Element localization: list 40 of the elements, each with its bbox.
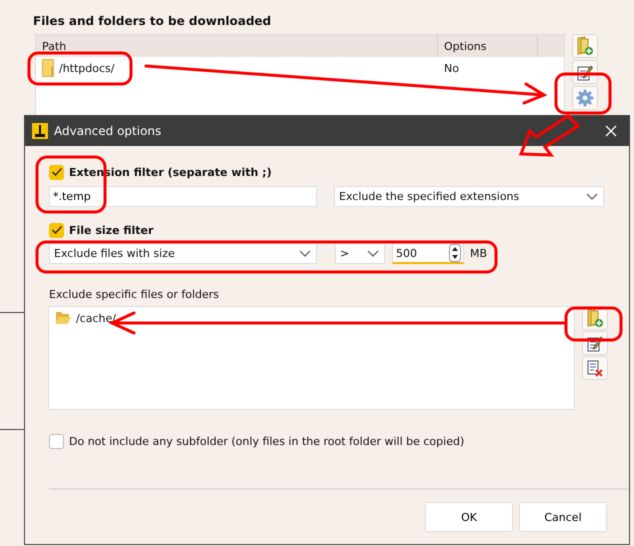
ok-button[interactable]: OK xyxy=(425,502,513,532)
table-cell-text: No xyxy=(443,60,460,76)
delete-button[interactable] xyxy=(582,356,608,380)
column-header[interactable]: Options xyxy=(438,35,538,57)
caret-icon xyxy=(299,250,311,257)
table-cell: /httpdocs/ xyxy=(59,62,114,74)
caret-icon xyxy=(367,250,379,257)
dropdown[interactable]: Exclude the specified extensions xyxy=(334,186,604,207)
column-header[interactable]: Path xyxy=(36,35,438,57)
checkbox[interactable] xyxy=(49,164,64,180)
add-folder-button[interactable] xyxy=(572,34,598,58)
checkbox[interactable] xyxy=(49,222,64,238)
window-title: Advanced options xyxy=(54,124,162,138)
dropdown[interactable]: > xyxy=(335,243,385,264)
checkbox-label: File size filter xyxy=(69,224,154,236)
cancel-button[interactable]: Cancel xyxy=(519,502,607,532)
checkbox[interactable] xyxy=(49,434,64,448)
annotation-box xyxy=(554,72,612,114)
checkbox-label: Do not include any subfolder (only files in the root folder will be copied) xyxy=(69,434,464,448)
annotation-arrow xyxy=(518,114,580,157)
folder-icon xyxy=(42,59,54,77)
open-folder-icon xyxy=(55,311,72,325)
list-item[interactable]: /cache/ xyxy=(76,312,116,324)
spinner-icon xyxy=(449,244,461,262)
edit-icon xyxy=(587,334,603,352)
delete-icon xyxy=(587,360,603,376)
dropdown[interactable]: Exclude files with size xyxy=(49,243,317,264)
number-field[interactable]: 500 xyxy=(392,243,464,264)
unit-label: MB xyxy=(470,247,488,260)
section-label: Exclude specific files or folders xyxy=(49,288,220,303)
settings-icon xyxy=(576,89,594,107)
folder-add-icon xyxy=(576,36,594,56)
caret-icon xyxy=(586,193,598,200)
input-field[interactable]: *.temp xyxy=(49,186,317,207)
folder-add-icon xyxy=(586,308,604,328)
app-logo-icon xyxy=(32,123,48,139)
edit-icon xyxy=(577,64,593,80)
annotation-box xyxy=(564,306,622,342)
close-icon xyxy=(605,125,617,137)
section-title: Files and folders to be downloaded xyxy=(33,14,272,30)
